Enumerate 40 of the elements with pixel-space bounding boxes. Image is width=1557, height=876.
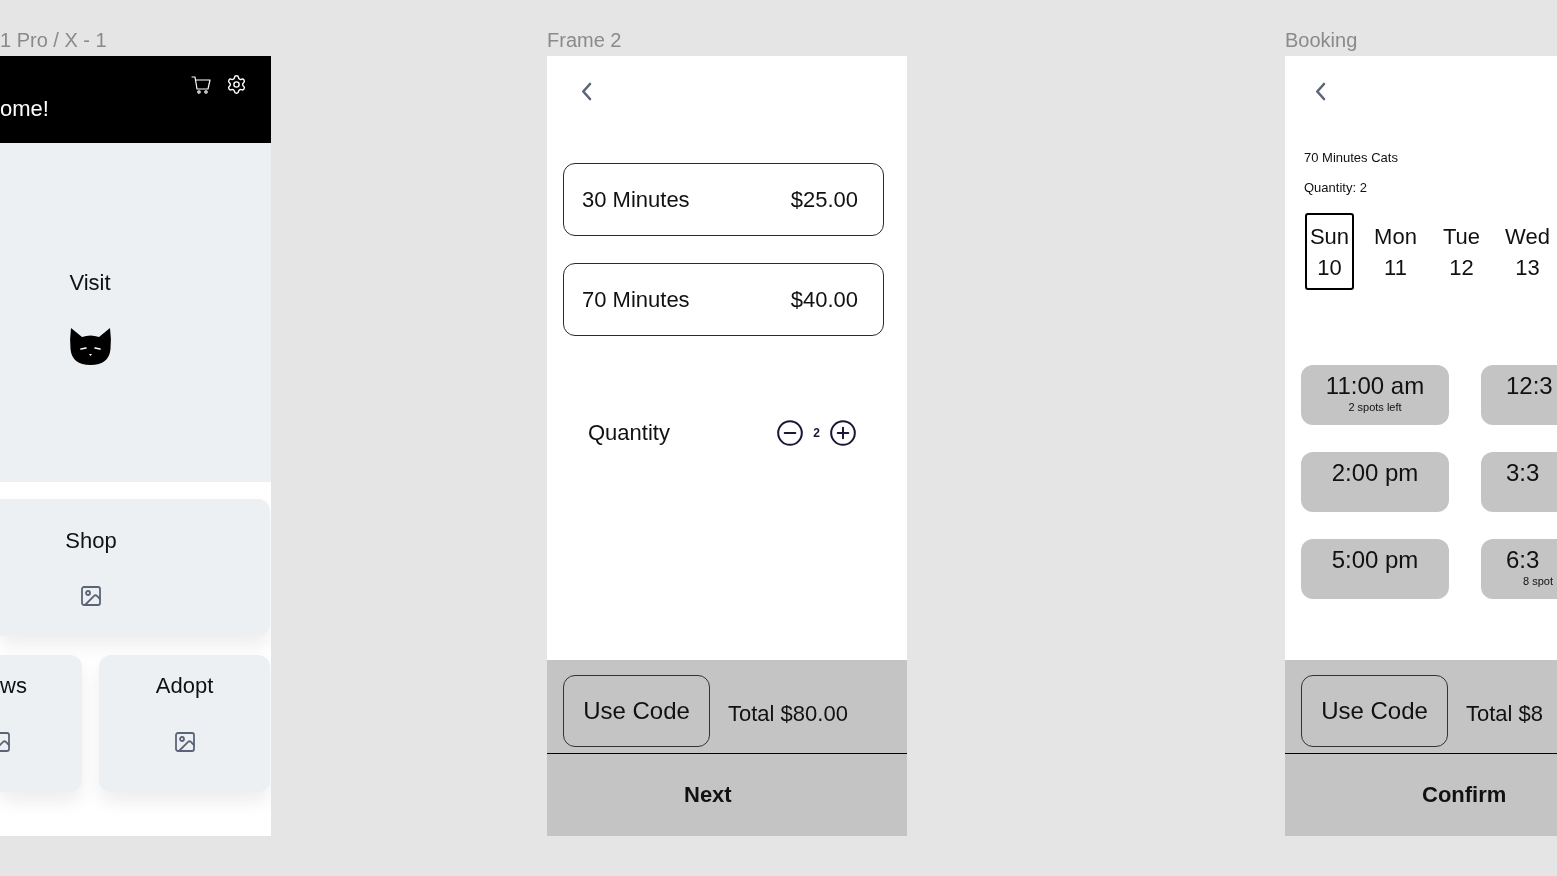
action-button[interactable]: Next	[547, 754, 907, 836]
day-option[interactable]: Wed 13	[1503, 213, 1552, 290]
image-icon	[174, 732, 195, 752]
menu-tile[interactable]: Adopt	[99, 655, 270, 792]
use-code-button[interactable]: Use Code	[1301, 675, 1448, 747]
quantity-value: 2	[813, 426, 820, 440]
action-button[interactable]: Confirm	[1285, 754, 1557, 836]
image-icon	[81, 586, 101, 606]
use-code-button[interactable]: Use Code	[563, 675, 710, 747]
image-icon	[0, 732, 10, 752]
back-chevron-icon[interactable]	[1315, 82, 1326, 101]
time-slot[interactable]: 12:3	[1481, 365, 1557, 425]
quantity-label: Quantity	[588, 420, 670, 446]
menu-tile[interactable]: Visit	[0, 143, 271, 482]
time-slot[interactable]: 11:00 am 2 spots left	[1301, 365, 1449, 425]
time-slot[interactable]: 5:00 pm	[1301, 539, 1449, 599]
time-slot[interactable]: 6:3 8 spot	[1481, 539, 1557, 599]
menu-tile[interactable]: Shop	[0, 499, 270, 636]
back-chevron-icon[interactable]	[581, 82, 592, 101]
settings-icon[interactable]	[226, 74, 247, 95]
cat-face-icon	[68, 327, 112, 366]
frame-label: 1 Pro / X - 1	[0, 28, 107, 52]
day-option[interactable]: Tue 12	[1437, 213, 1486, 290]
plus-circle-icon[interactable]	[830, 420, 856, 446]
day-option[interactable]: Sun 10	[1305, 213, 1354, 290]
cart-icon[interactable]	[191, 75, 211, 94]
option-card[interactable]: 30 Minutes $25.00	[563, 163, 884, 236]
menu-tile[interactable]: ws	[0, 655, 82, 792]
option-card[interactable]: 70 Minutes $40.00	[563, 263, 884, 336]
minus-circle-icon[interactable]	[777, 420, 804, 446]
summary-text: Quantity: 2	[1304, 180, 1368, 196]
summary-text: 70 Minutes Cats	[1304, 150, 1399, 166]
greeting-text: ome!	[0, 96, 49, 122]
frame-label: Frame 2	[547, 28, 622, 52]
total-text: Total $8	[1466, 701, 1544, 727]
time-slot[interactable]: 3:3	[1481, 452, 1557, 512]
frame-label: Booking	[1285, 28, 1358, 52]
day-option[interactable]: Mon 11	[1371, 213, 1420, 290]
time-slot[interactable]: 2:00 pm	[1301, 452, 1449, 512]
total-text: Total $80.00	[728, 701, 848, 727]
